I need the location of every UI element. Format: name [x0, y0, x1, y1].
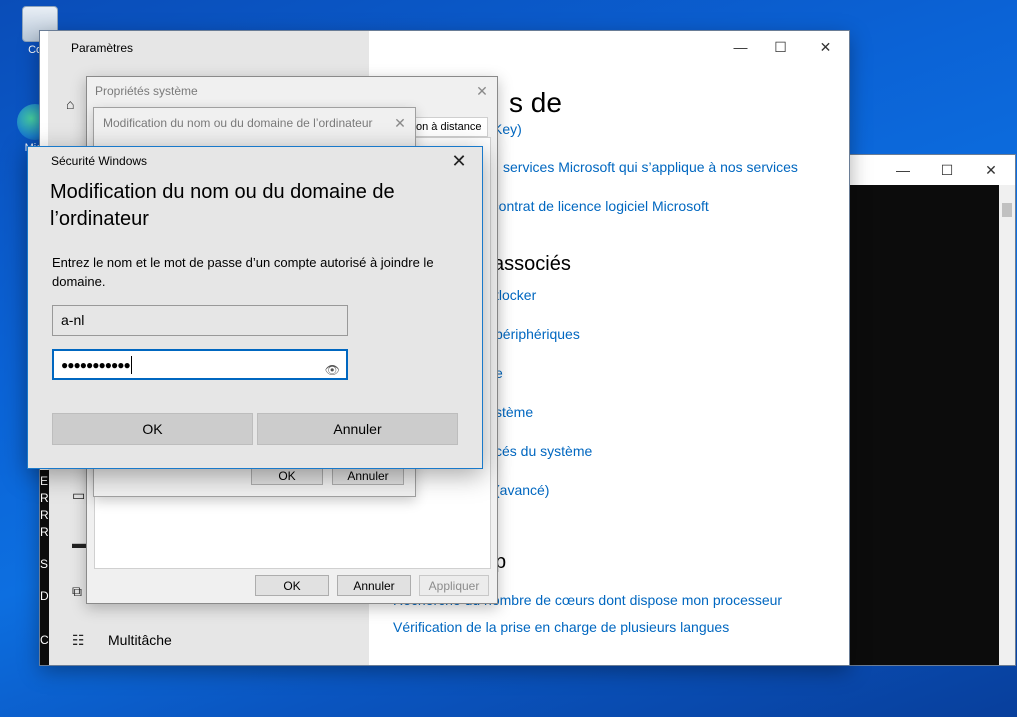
settings-link-advanced[interactable]: (avancé)	[495, 482, 549, 498]
edge-letters: E R R R S D C	[40, 473, 49, 649]
console-close-button[interactable]: ✕	[969, 155, 1013, 185]
system-properties-title: Propriétés système	[95, 84, 198, 98]
nav-multitasking[interactable]: ☷ Multitâche	[72, 632, 172, 648]
computer-name-dialog-close-button[interactable]: ✕	[384, 108, 416, 138]
edge-letter: R	[40, 525, 49, 539]
multitasking-icon: ☷	[72, 632, 85, 648]
console-scroll-thumb[interactable]	[1002, 203, 1012, 217]
nav-home[interactable]: ⌂	[66, 97, 84, 111]
credentials-cancel-button[interactable]: Annuler	[257, 413, 458, 445]
credentials-ok-button[interactable]: OK	[52, 413, 253, 445]
password-value: ●●●●●●●●●●●	[61, 358, 131, 372]
settings-link-bitlocker[interactable]: tlocker	[495, 287, 536, 303]
text-caret	[130, 356, 132, 375]
nav-multitasking-label: Multitâche	[108, 632, 172, 648]
console-minimize-button[interactable]: —	[881, 155, 925, 185]
windows-security-title: Sécurité Windows	[51, 154, 148, 168]
settings-title: Paramètres	[71, 41, 134, 55]
edge-letter: R	[40, 508, 49, 522]
sysprops-ok-button[interactable]: OK	[255, 575, 329, 596]
settings-minimize-button[interactable]: —	[718, 31, 763, 63]
edge-letter: E	[40, 474, 49, 488]
settings-link-advanced-system[interactable]: cés du système	[495, 443, 592, 459]
settings-link-license[interactable]: u contrat de licence logiciel Microsoft	[480, 198, 709, 214]
settings-related-heading: associés	[493, 253, 571, 275]
edge-letter: R	[40, 491, 49, 505]
reveal-password-icon[interactable]: 👁	[325, 357, 340, 384]
console-maximize-button[interactable]: ☐	[925, 155, 969, 185]
settings-link-system[interactable]: stème	[495, 404, 533, 420]
close-icon: ✕	[451, 150, 467, 171]
settings-link-languages[interactable]: Vérification de la prise en charge de pl…	[393, 619, 729, 635]
computer-name-dialog-title: Modification du nom ou du domaine de l’o…	[103, 116, 373, 130]
username-field[interactable]: a-nl	[52, 305, 348, 336]
credentials-description: Entrez le nom et le mot de passe d’un co…	[52, 255, 434, 289]
windows-security-dialog[interactable]: Sécurité Windows ✕ Modification du nom o…	[27, 146, 483, 469]
console-titlebar: — ☐ ✕	[849, 155, 1015, 185]
edge-letter: D	[40, 589, 49, 603]
edge-letter: C	[40, 633, 49, 647]
username-value: a-nl	[61, 312, 85, 328]
console-window[interactable]: — ☐ ✕	[849, 155, 1015, 665]
console-scrollbar[interactable]	[999, 185, 1015, 665]
tab-remote[interactable]: on à distance	[411, 117, 488, 137]
edge-letter: S	[40, 557, 49, 571]
settings-maximize-button[interactable]: ☐	[758, 31, 803, 63]
windows-security-close-button[interactable]: ✕	[436, 147, 482, 175]
sysprops-apply-button[interactable]: Appliquer	[419, 575, 489, 596]
settings-close-button[interactable]: ✕	[803, 31, 848, 63]
credentials-heading: Modification du nom ou du domaine de l’o…	[50, 181, 395, 230]
home-icon: ⌂	[66, 96, 75, 112]
system-properties-close-button[interactable]: ✕	[465, 77, 499, 105]
settings-page-heading: s de	[509, 87, 562, 118]
password-field[interactable]: ●●●●●●●●●●● 👁	[52, 349, 348, 380]
sysprops-cancel-button[interactable]: Annuler	[337, 575, 411, 596]
settings-link-devices[interactable]: périphériques	[495, 326, 580, 342]
settings-link-services[interactable]: services Microsoft qui s’applique à nos …	[503, 159, 798, 175]
